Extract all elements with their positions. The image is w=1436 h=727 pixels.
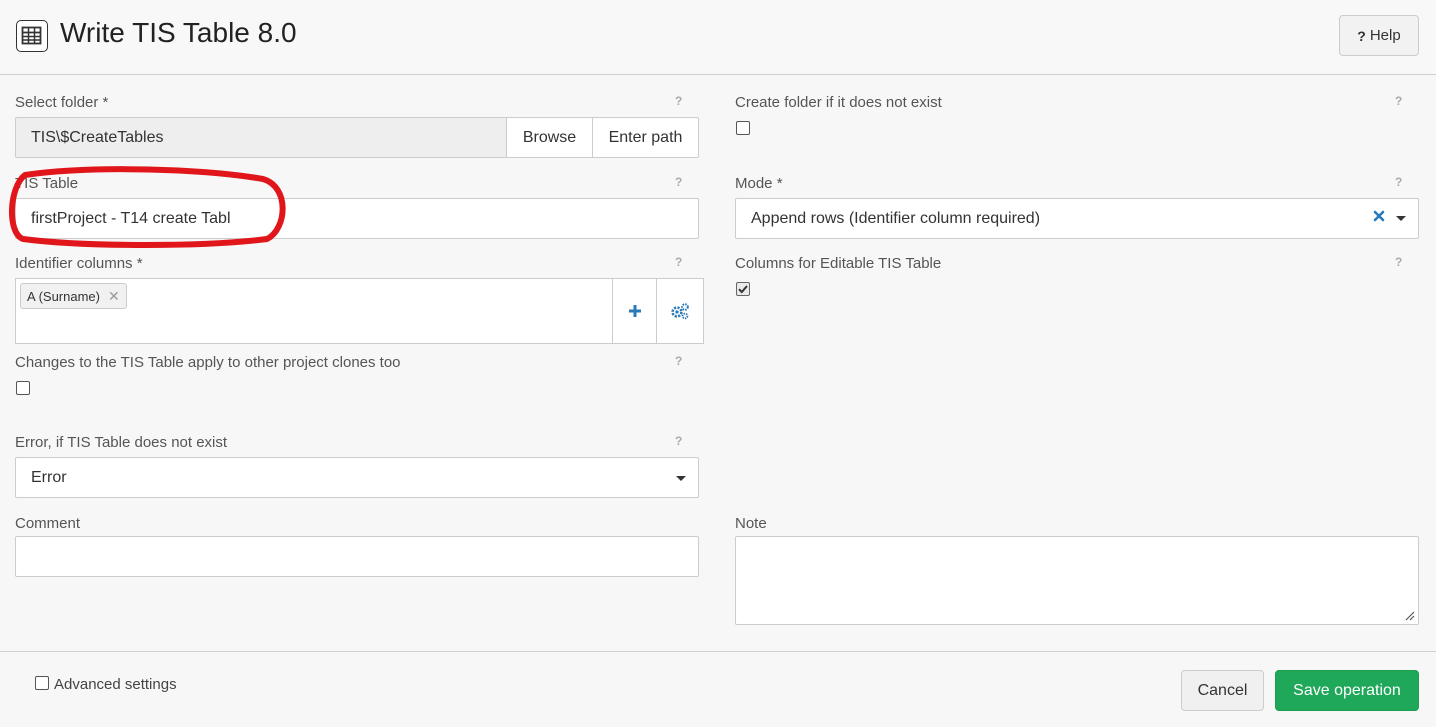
mode-chevron-down-icon[interactable]: [1396, 216, 1406, 221]
select-folder-label: Select folder *: [15, 94, 109, 111]
save-operation-button[interactable]: Save operation: [1275, 670, 1419, 711]
tis-table-label: TIS Table: [15, 175, 79, 192]
tis-table-input[interactable]: firstProject - T14 create Tabl: [15, 198, 699, 239]
identifier-columns-label: Identifier columns *: [15, 255, 143, 272]
editable-columns-label: Columns for Editable TIS Table: [735, 255, 942, 272]
mode-help-icon[interactable]: ?: [1395, 175, 1402, 189]
plus-icon: [628, 305, 641, 317]
mode-label: Mode *: [735, 175, 783, 192]
remove-tag-icon[interactable]: ✕: [108, 288, 120, 305]
select-folder-help-icon[interactable]: ?: [675, 94, 682, 108]
error-if-missing-label: Error, if TIS Table does not exist: [15, 434, 228, 451]
clear-x-icon[interactable]: [1373, 210, 1385, 222]
cancel-button[interactable]: Cancel: [1181, 670, 1264, 711]
comment-input[interactable]: [15, 536, 699, 577]
advanced-settings-label[interactable]: Advanced settings: [54, 676, 177, 693]
help-label: Help: [1369, 27, 1401, 44]
error-if-missing-help-icon[interactable]: ?: [675, 434, 682, 448]
create-folder-help-icon[interactable]: ?: [1395, 94, 1402, 108]
select-folder-field[interactable]: TIS\$CreateTables: [15, 117, 507, 158]
help-question-icon: ?: [1357, 27, 1366, 44]
column-settings-button[interactable]: [656, 278, 704, 344]
page-title: Write TIS Table 8.0: [60, 17, 297, 48]
create-folder-checkbox[interactable]: [736, 121, 750, 135]
tis-table-help-icon[interactable]: ?: [675, 175, 682, 189]
mode-select[interactable]: Append rows (Identifier column required): [735, 198, 1419, 239]
gears-icon: [671, 303, 689, 320]
help-button[interactable]: ? Help: [1339, 15, 1419, 56]
browse-button[interactable]: Browse: [506, 117, 593, 158]
identifier-tag: A (Surname) ✕: [20, 283, 127, 309]
note-textarea[interactable]: [735, 536, 1419, 625]
identifier-tag-label: A (Surname): [27, 288, 100, 304]
footer-divider: [0, 651, 1436, 652]
table-icon: [16, 20, 48, 52]
note-label: Note: [735, 515, 767, 532]
clone-changes-label: Changes to the TIS Table apply to other …: [15, 354, 401, 371]
error-if-missing-select[interactable]: Error: [15, 457, 699, 498]
editable-columns-checkbox[interactable]: [736, 282, 750, 296]
clone-changes-checkbox[interactable]: [16, 381, 30, 395]
clone-changes-help-icon[interactable]: ?: [675, 354, 682, 368]
comment-label: Comment: [15, 515, 81, 532]
check-icon: [738, 285, 748, 294]
advanced-settings-checkbox[interactable]: [35, 676, 49, 690]
identifier-columns-help-icon[interactable]: ?: [675, 255, 682, 269]
editable-columns-help-icon[interactable]: ?: [1395, 255, 1402, 269]
enter-path-button[interactable]: Enter path: [592, 117, 699, 158]
add-column-button[interactable]: [612, 278, 657, 344]
error-chevron-down-icon[interactable]: [676, 476, 686, 481]
dialog-header: Write TIS Table 8.0 ? Help: [0, 0, 1436, 75]
resize-grip-icon[interactable]: [1403, 609, 1415, 621]
create-folder-label: Create folder if it does not exist: [735, 94, 942, 111]
